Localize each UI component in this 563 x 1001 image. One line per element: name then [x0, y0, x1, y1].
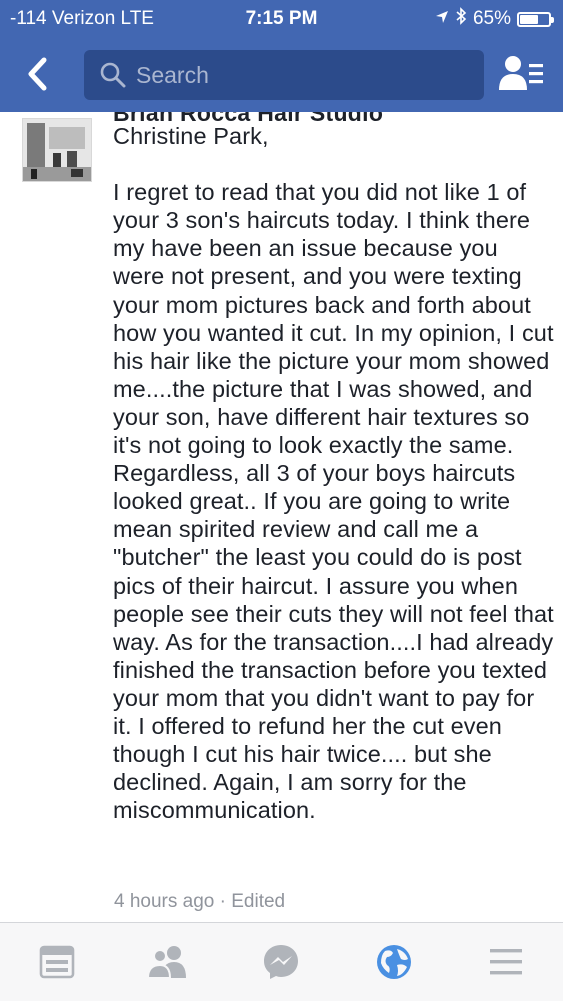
status-bar: -114 Verizon LTE 7:15 PM 65%	[0, 0, 563, 38]
chevron-left-icon	[28, 57, 47, 91]
news-feed-icon	[39, 945, 75, 979]
back-button[interactable]	[18, 52, 60, 96]
contacts-icon	[499, 56, 543, 90]
bottom-tab-bar	[0, 922, 563, 1001]
avatar[interactable]	[22, 118, 92, 182]
location-arrow-icon	[435, 8, 449, 30]
nav-row: Search	[0, 46, 563, 106]
meta-separator: ·	[219, 891, 226, 912]
tab-news-feed[interactable]	[27, 939, 87, 985]
tab-friend-requests[interactable]	[138, 939, 198, 985]
search-placeholder: Search	[136, 62, 209, 88]
tab-more[interactable]	[476, 939, 536, 985]
comment-reply: Brian Rocca Hair Studio Christine Park, …	[0, 100, 563, 922]
friends-list-button[interactable]	[499, 54, 545, 94]
bluetooth-icon	[455, 7, 467, 31]
messenger-icon	[264, 945, 298, 979]
comment-text: Christine Park, I regret to read that yo…	[113, 123, 554, 824]
tab-notifications[interactable]	[364, 939, 424, 985]
top-header: -114 Verizon LTE 7:15 PM 65% Search	[0, 0, 563, 112]
tab-messenger[interactable]	[251, 939, 311, 985]
edited-label[interactable]: Edited	[231, 891, 285, 912]
timestamp[interactable]: 4 hours ago	[114, 891, 214, 912]
comment-meta: 4 hours ago · Edited	[114, 891, 285, 913]
globe-icon	[377, 945, 411, 979]
battery-percent: 65%	[472, 8, 511, 29]
search-icon	[100, 62, 126, 93]
salon-photo	[23, 119, 91, 181]
search-input[interactable]: Search	[84, 50, 484, 100]
battery-icon	[517, 11, 554, 27]
friends-icon	[146, 946, 186, 979]
menu-icon	[490, 949, 522, 975]
status-right: 65%	[435, 7, 554, 31]
